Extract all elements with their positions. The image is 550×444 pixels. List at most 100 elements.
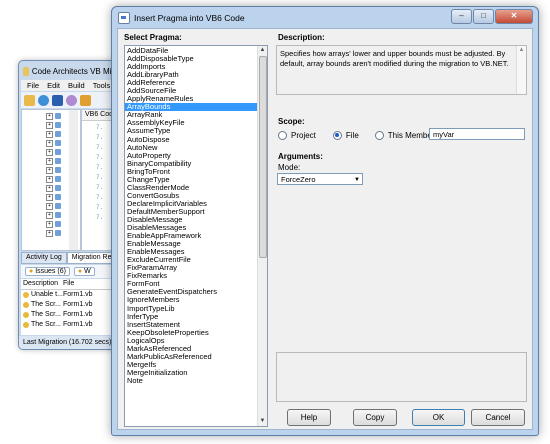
pragma-listbox[interactable]: AddDataFile AddDisposableType AddImports Ad… [124,45,268,427]
table-row[interactable]: The Scr... Form1.vb [21,320,119,330]
tree-node[interactable]: + [46,211,66,219]
pragma-item[interactable]: FixParamArray [125,264,257,272]
tab-activity-log[interactable]: Activity Log [21,252,67,264]
expand-icon[interactable]: + [46,130,53,138]
pragma-item[interactable]: AutoDispose [125,136,257,144]
wand-icon[interactable] [80,94,91,106]
pragma-item[interactable]: BringToFront [125,168,257,176]
pragma-item[interactable]: AddSourceFile [125,87,257,95]
member-name-input[interactable]: myVar [429,128,525,140]
tree-node[interactable]: + [46,139,66,147]
copy-button[interactable]: Copy [353,409,397,426]
pragma-item[interactable]: BinaryCompatibility [125,160,257,168]
scroll-up-icon[interactable]: ▲ [517,46,526,55]
pragma-item[interactable]: DisableMessage [125,216,257,224]
pragma-item[interactable]: IgnoreMembers [125,296,257,304]
expand-icon[interactable]: + [46,175,53,183]
pragma-item[interactable]: ArrayBounds [125,103,257,112]
ok-button[interactable]: OK [412,409,465,426]
tree-node[interactable]: + [46,175,66,183]
expand-icon[interactable]: + [46,202,53,210]
tree-node[interactable]: + [46,202,66,210]
expand-icon[interactable]: + [46,229,53,237]
tree-node[interactable]: + [46,130,66,138]
minimize-icon[interactable]: – [451,9,472,24]
table-row[interactable]: The Scr... Form1.vb [21,300,119,310]
pragma-item[interactable]: DisableMessages [125,224,257,232]
project-tree[interactable]: + + + + + + + + + + + + + + [21,109,81,251]
expand-icon[interactable]: + [46,148,53,156]
menu-build[interactable]: Build [68,81,85,90]
pragma-item[interactable]: KeepObsoleteProperties [125,329,257,337]
pragma-item[interactable]: AutoProperty [125,152,257,160]
pragma-item[interactable]: FormFont [125,280,257,288]
pragma-item[interactable]: ApplyRenameRules [125,95,257,103]
pragma-item[interactable]: AddDisposableType [125,55,257,63]
menu-tools[interactable]: Tools [93,81,111,90]
scope-project-label[interactable]: Project [291,131,316,140]
tree-node[interactable]: + [46,193,66,201]
table-row[interactable]: Unable t... Form1.vb [21,290,119,300]
expand-icon[interactable]: + [46,184,53,192]
scroll-thumb[interactable] [259,56,267,258]
mode-dropdown[interactable]: ForceZero ▼ [277,173,363,185]
scroll-up-icon[interactable]: ▲ [258,46,267,55]
pragma-item[interactable]: DeclareImplicitVariables [125,200,257,208]
warnings-filter[interactable]: ● W [73,267,95,276]
scope-member-radio[interactable] [374,130,384,140]
tree-node[interactable]: + [46,229,66,237]
tree-node[interactable]: + [46,148,66,156]
col-description[interactable]: Description [21,279,61,289]
refresh-icon[interactable] [38,94,49,106]
pragma-list-scrollbar[interactable]: ▲ ▼ [257,46,267,426]
tree-node[interactable]: + [46,112,66,120]
tree-node[interactable]: + [46,184,66,192]
pragma-item[interactable]: Note [125,377,257,385]
pragma-item[interactable]: ConvertGosubs [125,192,257,200]
scope-file-label[interactable]: File [346,131,359,140]
pragma-item[interactable]: AddImports [125,63,257,71]
expand-icon[interactable]: + [46,193,53,201]
scope-project-radio[interactable] [278,130,287,140]
col-file[interactable]: File [61,279,113,289]
pragma-item[interactable]: ChangeType [125,176,257,184]
expand-icon[interactable]: + [46,166,53,174]
pragma-item[interactable]: MergeIfs [125,361,257,369]
expand-icon[interactable]: + [46,211,53,219]
pragma-item[interactable]: EnableAppFramework [125,232,257,240]
open-folder-icon[interactable] [24,94,35,106]
pragma-item[interactable]: MergeInitialization [125,369,257,377]
pragma-item[interactable]: InferType [125,313,257,321]
tree-scrollbar[interactable] [69,110,78,250]
scroll-down-icon[interactable]: ▼ [258,417,267,426]
pragma-item[interactable]: FixRemarks [125,272,257,280]
pragma-item[interactable]: InsertStatement [125,321,257,329]
cancel-button[interactable]: Cancel [471,409,525,426]
expand-icon[interactable]: + [46,112,53,120]
chevron-down-icon[interactable]: ▼ [354,175,360,186]
table-row[interactable]: The Scr... Form1.vb [21,310,119,320]
pragma-item[interactable]: ExcludeCurrentFile [125,256,257,264]
description-scrollbar[interactable]: ▲ [516,46,526,94]
pragma-item[interactable]: ClassRenderMode [125,184,257,192]
scope-file-radio[interactable] [332,130,342,140]
tree-node[interactable]: + [46,121,66,129]
maximize-icon[interactable]: □ [473,9,494,24]
dialog-title-bar[interactable]: Insert Pragma into VB6 Code [118,11,245,25]
pragma-item[interactable]: AddDataFile [125,47,257,55]
save-icon[interactable] [52,94,63,106]
pragma-item[interactable]: AutoNew [125,144,257,152]
expand-icon[interactable]: + [46,157,53,165]
pragma-item[interactable]: EnableMessages [125,248,257,256]
issues-filter[interactable]: ● Issues (6) [25,267,70,276]
close-icon[interactable]: ✕ [495,9,533,24]
tree-node[interactable]: + [46,220,66,228]
pragma-item[interactable]: ArrayRank [125,111,257,119]
pragma-item[interactable]: MarkPublicAsReferenced [125,353,257,361]
pragma-item[interactable]: ImportTypeLib [125,305,257,313]
expand-icon[interactable]: + [46,121,53,129]
menu-edit[interactable]: Edit [47,81,60,90]
pragma-item[interactable]: AssumeType [125,127,257,135]
tree-node[interactable]: + [46,166,66,174]
pragma-item[interactable]: AddReference [125,79,257,87]
